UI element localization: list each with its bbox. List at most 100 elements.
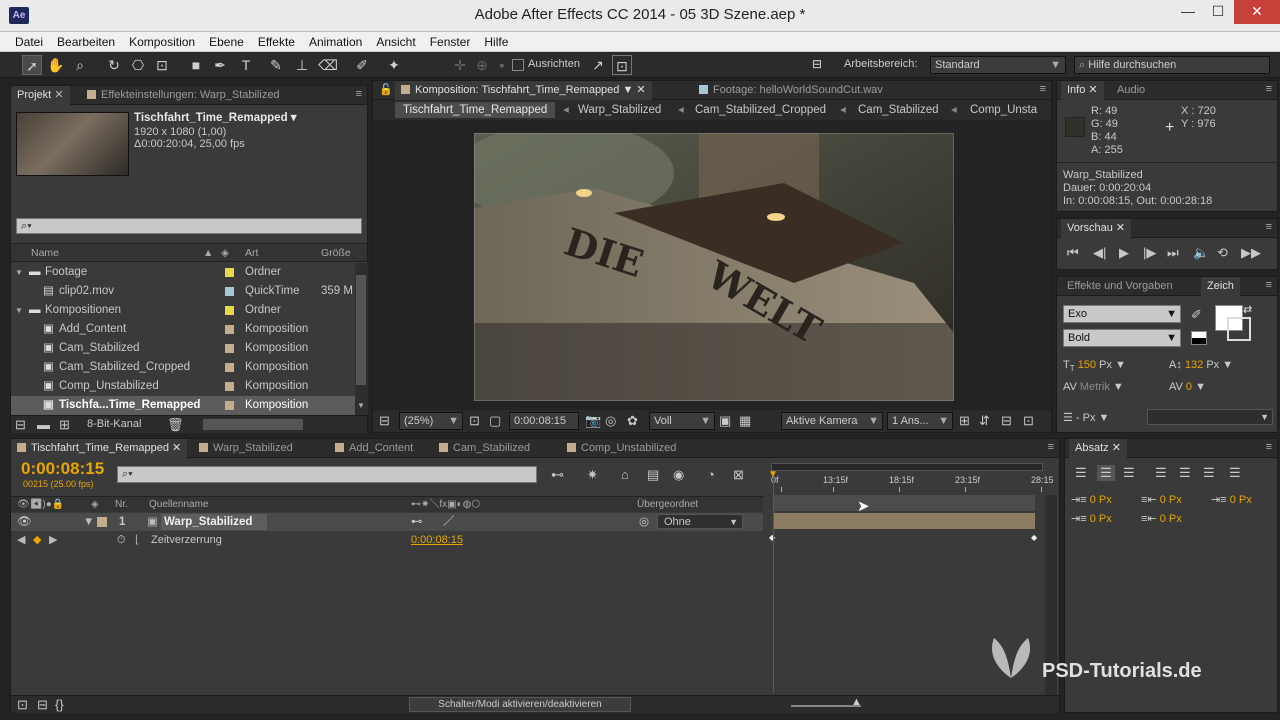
expand-arrow-icon[interactable]: ▼ xyxy=(15,301,23,320)
play-icon[interactable]: ▶ xyxy=(1119,245,1129,261)
brush-tool-icon[interactable]: ✎ xyxy=(266,55,286,75)
label-color[interactable] xyxy=(225,325,234,334)
graph-editor-icon[interactable]: ◔ xyxy=(707,467,715,482)
property-value[interactable]: 0:00:08:15 xyxy=(411,531,463,549)
rectangle-tool-icon[interactable]: ■ xyxy=(186,55,206,75)
parent-select[interactable]: Ohne ▼ xyxy=(657,514,743,529)
project-scroll-thumb[interactable] xyxy=(356,275,366,385)
zoom-select[interactable]: (25%) ▼ xyxy=(399,412,463,430)
info-menu-icon[interactable]: ≡ xyxy=(1266,83,1272,95)
tab-character[interactable]: Zeich xyxy=(1201,277,1240,296)
stroke-style-select[interactable]: ▼ xyxy=(1147,409,1273,425)
panel-menu-icon[interactable]: ≡ xyxy=(356,88,362,100)
comp-timecode[interactable]: 0:00:08:15 xyxy=(509,412,579,430)
comp-viewer-image[interactable]: DIE WELT xyxy=(474,133,954,401)
menu-komposition[interactable]: Komposition xyxy=(122,32,202,52)
visibility-eye-icon[interactable]: 👁 xyxy=(17,513,32,531)
font-style-select[interactable]: Bold ▼ xyxy=(1063,329,1181,347)
align-checkbox[interactable] xyxy=(512,59,524,71)
frame-blending-icon[interactable]: ▤ xyxy=(647,467,659,483)
black-white-swatch[interactable] xyxy=(1191,331,1207,345)
col-source-name[interactable]: Quellenname xyxy=(149,497,208,512)
tab-footage[interactable]: Footage: helloWorldSoundCut.wav xyxy=(693,81,889,100)
menu-effekte[interactable]: Effekte xyxy=(251,32,302,52)
comp-menu-icon[interactable]: ≡ xyxy=(1040,83,1046,95)
indent-right-row[interactable]: ≡⇤ 0 Px xyxy=(1141,493,1182,506)
flowchart-icon[interactable]: ⊟ xyxy=(1001,413,1012,429)
loop-icon[interactable]: ⟲ xyxy=(1217,245,1228,261)
project-item-name[interactable]: Tischfahrt_Time_Remapped ▾ xyxy=(134,110,297,124)
snap-target-icon[interactable]: ⊡ xyxy=(612,55,632,75)
world-axis-icon[interactable]: ⊕ xyxy=(472,55,492,75)
project-scrollbar[interactable]: ▼ xyxy=(355,263,368,415)
reset-exposure-icon[interactable]: ⇵ xyxy=(979,413,990,429)
tab-paragraph[interactable]: Absatz ✕ xyxy=(1069,439,1127,458)
keyframe-next-icon[interactable]: ▶ xyxy=(49,531,57,549)
project-row[interactable]: ▣ Cam_Stabilized_Cropped Komposition xyxy=(11,358,355,377)
interpret-footage-icon[interactable]: ⊟ xyxy=(15,417,26,433)
font-family-select[interactable]: Exo ▼ xyxy=(1063,305,1181,323)
indent-first-row[interactable]: ⇥≡ 0 Px xyxy=(1211,493,1252,506)
indent-left-row[interactable]: ⇥≡ 0 Px xyxy=(1071,493,1112,506)
stroke-color-swatch[interactable] xyxy=(1227,317,1251,341)
collapse-switch-icon[interactable]: ⊷ xyxy=(411,513,423,531)
workspace-select[interactable]: Standard ▼ xyxy=(930,56,1066,74)
comp-mini-flowchart-icon[interactable]: ⊷ xyxy=(551,467,564,483)
tab-timeline-comp[interactable]: Cam_Stabilized xyxy=(433,439,536,458)
breadcrumb-item[interactable]: Tischfahrt_Time_Remapped xyxy=(395,102,556,118)
space-before-row[interactable]: ⇥≡ 0 Px xyxy=(1071,512,1112,525)
ram-preview-icon[interactable]: ▶▶ xyxy=(1241,245,1261,261)
tab-timeline-comp[interactable]: Add_Content xyxy=(329,439,419,458)
breadcrumb-item[interactable]: Cam_Stabilized xyxy=(858,100,939,120)
eyedropper-icon[interactable]: ✐ xyxy=(1191,307,1202,323)
menu-fenster[interactable]: Fenster xyxy=(423,32,478,52)
project-row[interactable]: ▣ Add_Content Komposition xyxy=(11,320,355,339)
label-color[interactable] xyxy=(225,344,234,353)
tab-composition[interactable]: Komposition: Tischfahrt_Time_Remapped ▼ … xyxy=(395,81,652,100)
view-axis-icon[interactable]: ▪ xyxy=(492,55,512,75)
tab-effect-settings[interactable]: Effekteinstellungen: Warp_Stabilized xyxy=(81,86,286,105)
justify-right-icon[interactable]: ☰ xyxy=(1203,465,1215,481)
tab-projekt[interactable]: Projekt ✕ xyxy=(11,86,70,105)
label-color[interactable] xyxy=(225,268,234,277)
next-frame-icon[interactable]: |▶ xyxy=(1143,245,1156,261)
label-color[interactable] xyxy=(225,382,234,391)
draft-3d-icon[interactable]: ✷ xyxy=(587,467,598,483)
local-axis-icon[interactable]: ✛ xyxy=(450,55,470,75)
project-row[interactable]: ▣ Cam_Stabilized Komposition xyxy=(11,339,355,358)
col-size[interactable]: Größe xyxy=(321,244,351,262)
menu-ansicht[interactable]: Ansicht xyxy=(369,32,422,52)
align-left-icon[interactable]: ☰ xyxy=(1075,465,1087,481)
timeline-property-row[interactable]: ◀ ◆ ▶ ⏱ ⌊ Zeitverzerrung 0:00:08:15 xyxy=(11,531,763,549)
layer-label-color[interactable] xyxy=(97,517,107,527)
col-name[interactable]: Name xyxy=(31,244,59,262)
region-of-interest-icon[interactable]: ▣ xyxy=(719,413,731,429)
always-preview-icon[interactable]: ⊟ xyxy=(379,413,390,429)
timeline-search-input[interactable]: ⌕▾ xyxy=(117,466,537,483)
layer-switches-toggle-icon[interactable]: ⊡ xyxy=(17,697,28,713)
menu-bearbeiten[interactable]: Bearbeiten xyxy=(50,32,122,52)
timeline-menu-icon[interactable]: ≡ xyxy=(1048,441,1054,453)
menu-hilfe[interactable]: Hilfe xyxy=(477,32,515,52)
leading-row[interactable]: A↕ 132 Px ▼ xyxy=(1169,359,1233,371)
color-channels-icon[interactable]: ✿ xyxy=(627,413,638,429)
bit-depth-label[interactable]: 8-Bit-Kanal xyxy=(87,418,141,430)
eraser-tool-icon[interactable]: ⌫ xyxy=(318,55,338,75)
last-frame-icon[interactable]: ⏭ xyxy=(1167,245,1179,261)
first-frame-icon[interactable]: ⏮ xyxy=(1067,245,1079,261)
hide-shy-layers-icon[interactable]: ⌂ xyxy=(621,467,629,482)
align-arrow-icon[interactable]: ↗ xyxy=(588,55,608,75)
layer-duration-bar[interactable] xyxy=(773,513,1035,529)
trash-icon[interactable]: 🗑 xyxy=(167,417,184,433)
minimize-button[interactable]: — xyxy=(1172,0,1204,24)
tab-timeline-comp[interactable]: Tischfahrt_Time_Remapped ✕ xyxy=(11,439,188,458)
breadcrumb-item[interactable]: Cam_Stabilized_Cropped xyxy=(695,100,826,120)
keyframe-diamond-icon[interactable]: ◆ xyxy=(33,531,41,549)
font-size-row[interactable]: TT 150 Px ▼ xyxy=(1063,359,1126,373)
text-tool-icon[interactable]: T xyxy=(236,55,256,75)
puppet-pin-tool-icon[interactable]: ✦ xyxy=(384,55,404,75)
camera-select[interactable]: Aktive Kamera ▼ xyxy=(781,412,883,430)
label-color[interactable] xyxy=(225,363,234,372)
new-comp-icon[interactable]: ⊞ xyxy=(59,417,70,433)
project-row[interactable]: ▼ ▬ Footage Ordner xyxy=(11,263,355,282)
